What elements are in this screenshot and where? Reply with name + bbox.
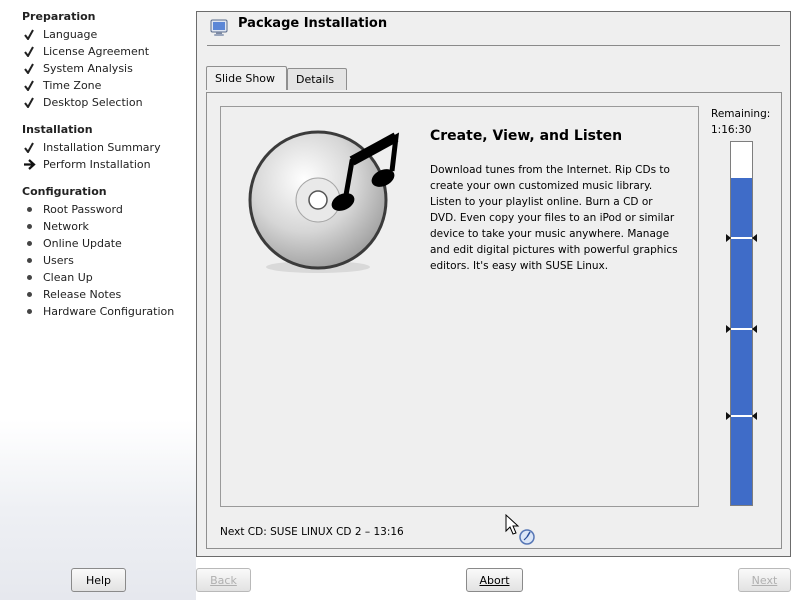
next-button[interactable]: Next (738, 568, 791, 592)
next-button-label: Next (751, 573, 778, 587)
bullet-icon (24, 207, 43, 212)
cd-divider-marker (726, 232, 757, 243)
step-online-update: Online Update (24, 235, 122, 252)
step-installation-summary: Installation Summary (24, 139, 161, 156)
tab-slide-show[interactable]: Slide Show (206, 66, 287, 90)
slide-body: Download tunes from the Internet. Rip CD… (430, 164, 678, 272)
step-language: Language (24, 26, 97, 43)
help-button-label: Help (85, 573, 112, 587)
step-label: Time Zone (43, 79, 102, 92)
arrow-right-icon (24, 159, 43, 170)
checkmark-icon (24, 142, 43, 153)
bullet-icon (24, 258, 43, 263)
abort-button[interactable]: Abort (466, 568, 523, 592)
step-root-password: Root Password (24, 201, 123, 218)
bullet-icon (24, 224, 43, 229)
step-release-notes: Release Notes (24, 286, 121, 303)
checkmark-icon (24, 29, 43, 40)
next-cd-status: Next CD: SUSE LINUX CD 2 – 13:16 (220, 526, 404, 538)
bullet-icon (24, 309, 43, 314)
step-label: System Analysis (43, 62, 133, 75)
step-clean-up: Clean Up (24, 269, 93, 286)
monitor-install-icon (210, 19, 228, 37)
bullet-icon (24, 275, 43, 280)
abort-button-label: Abort (479, 573, 510, 587)
step-label: Desktop Selection (43, 96, 143, 109)
step-label: Root Password (43, 203, 123, 216)
cd-divider-marker (726, 410, 757, 421)
remaining-label: Remaining: (711, 108, 771, 120)
main-content-frame: Package Installation Slide Show Details (196, 11, 791, 557)
step-users: Users (24, 252, 74, 269)
cd-divider-marker (726, 323, 757, 334)
checkmark-icon (24, 63, 43, 74)
section-title-installation: Installation (22, 123, 93, 136)
slide-show-panel: Create, View, and Listen Download tunes … (206, 92, 782, 549)
wizard-step-sidebar: Preparation Language License Agreement S… (0, 0, 196, 600)
step-label: Online Update (43, 237, 122, 250)
progress-fill (731, 178, 752, 505)
bullet-icon (24, 292, 43, 297)
remaining-time: 1:16:30 (711, 124, 752, 136)
step-system-analysis: System Analysis (24, 60, 133, 77)
slide-title: Create, View, and Listen (430, 128, 623, 144)
checkmark-icon (24, 46, 43, 57)
section-title-configuration: Configuration (22, 185, 107, 198)
header-divider (207, 45, 780, 46)
step-label: Release Notes (43, 288, 122, 301)
installation-progress-bar (726, 141, 757, 506)
bullet-icon (24, 241, 43, 246)
busy-cursor-icon (505, 513, 535, 546)
step-label: Network (43, 220, 89, 233)
checkmark-icon (24, 97, 43, 108)
back-button-label: Back (210, 573, 237, 587)
step-desktop-selection: Desktop Selection (24, 94, 143, 111)
step-label: Installation Summary (43, 141, 161, 154)
step-license-agreement: License Agreement (24, 43, 149, 60)
step-label: Users (43, 254, 74, 267)
step-perform-installation: Perform Installation (24, 156, 151, 173)
tab-details[interactable]: Details (287, 68, 347, 90)
back-button[interactable]: Back (196, 568, 251, 592)
section-title-preparation: Preparation (22, 10, 96, 23)
step-time-zone: Time Zone (24, 77, 101, 94)
step-label: Perform Installation (43, 158, 151, 171)
step-label: Clean Up (43, 271, 93, 284)
step-network: Network (24, 218, 89, 235)
checkmark-icon (24, 80, 43, 91)
remaining-time-display: Remaining: 1:16:30 (711, 106, 770, 138)
step-label: License Agreement (43, 45, 150, 58)
slide-content: Create, View, and Listen Download tunes … (220, 106, 699, 507)
cd-music-note-icon (246, 125, 406, 275)
step-label: Hardware Configuration (43, 305, 175, 318)
step-hardware-configuration: Hardware Configuration (24, 303, 174, 320)
step-label: Language (43, 28, 98, 41)
help-button[interactable]: Help (71, 568, 126, 592)
page-title: Package Installation (238, 16, 388, 31)
